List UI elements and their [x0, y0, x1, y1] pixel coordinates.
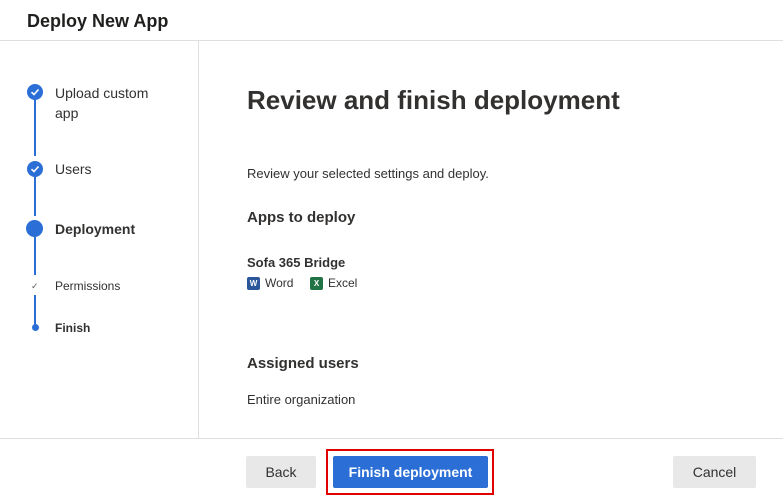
step-connector [34, 237, 36, 275]
page-title: Review and finish deployment [247, 85, 620, 115]
step-connector [34, 295, 36, 325]
host-label: Word [265, 276, 294, 290]
substep-finish: Finish [55, 321, 91, 335]
app-name: Sofa 365 Bridge [247, 255, 346, 270]
host-label: Excel [328, 276, 358, 290]
substep-check-icon: ✓ [31, 281, 39, 291]
step-upload-custom-app: Upload custom app [55, 85, 149, 121]
step-complete-icon [27, 84, 43, 100]
substep-current-dot [32, 324, 39, 331]
word-icon: W [247, 276, 260, 290]
assigned-users-heading: Assigned users [247, 355, 359, 372]
back-button[interactable]: Back [246, 456, 316, 488]
main-panel: Review and finish deployment Review your… [200, 41, 783, 438]
step-users: Users [55, 161, 92, 177]
step-deployment: Deployment [55, 221, 136, 237]
dialog-footer: Back Finish deployment Cancel [0, 438, 783, 500]
dialog-title: Deploy New App [27, 11, 169, 31]
finish-deployment-button[interactable]: Finish deployment [333, 456, 488, 488]
cancel-button[interactable]: Cancel [673, 456, 756, 488]
excel-icon: X [310, 276, 323, 290]
host-word: W Word [247, 276, 293, 290]
step-connector [34, 100, 36, 156]
step-complete-icon [27, 161, 43, 177]
dialog-header: Deploy New App [0, 0, 783, 41]
step-current-icon [26, 220, 43, 237]
page-subtitle: Review your selected settings and deploy… [247, 166, 489, 181]
apps-heading: Apps to deploy [247, 209, 356, 226]
assigned-users-value: Entire organization [247, 392, 356, 407]
step-connector [34, 176, 36, 216]
wizard-steps: Upload custom app Users Deployment ✓ Perm… [0, 41, 199, 438]
substep-permissions: Permissions [55, 279, 121, 293]
host-excel: X Excel [310, 276, 357, 290]
